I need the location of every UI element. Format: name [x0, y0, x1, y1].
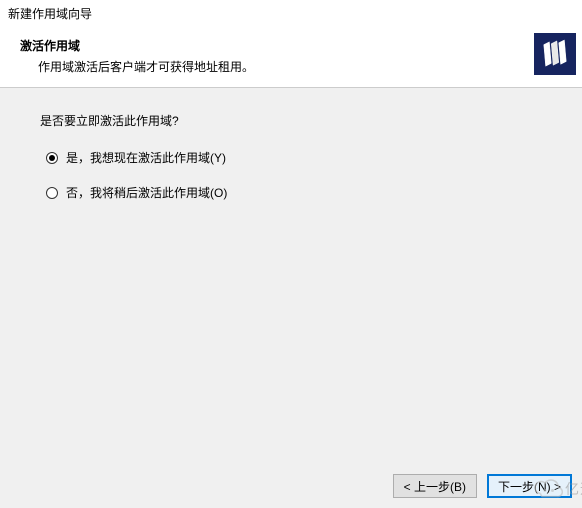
back-button[interactable]: < 上一步(B) [393, 474, 477, 498]
radio-dot-icon [46, 152, 58, 164]
header-subtitle: 作用域激活后客户端才可获得地址租用。 [20, 58, 562, 75]
header-title: 激活作用域 [20, 37, 562, 54]
wizard-header: 激活作用域 作用域激活后客户端才可获得地址租用。 [0, 27, 582, 88]
wizard-footer: < 上一步(B) 下一步(N) > [0, 464, 582, 508]
next-button[interactable]: 下一步(N) > [487, 474, 572, 498]
radio-label-no: 否，我将稍后激活此作用域(O) [66, 184, 227, 201]
radio-activate-yes[interactable]: 是，我想现在激活此作用域(Y) [46, 149, 542, 166]
scope-icon [534, 33, 576, 75]
radio-label-yes: 是，我想现在激活此作用域(Y) [66, 149, 226, 166]
wizard-content: 是否要立即激活此作用域? 是，我想现在激活此作用域(Y) 否，我将稍后激活此作用… [0, 88, 582, 476]
radio-activate-no[interactable]: 否，我将稍后激活此作用域(O) [46, 184, 542, 201]
radio-empty-icon [46, 187, 58, 199]
window-title: 新建作用域向导 [0, 0, 582, 27]
activation-question: 是否要立即激活此作用域? [40, 112, 542, 129]
